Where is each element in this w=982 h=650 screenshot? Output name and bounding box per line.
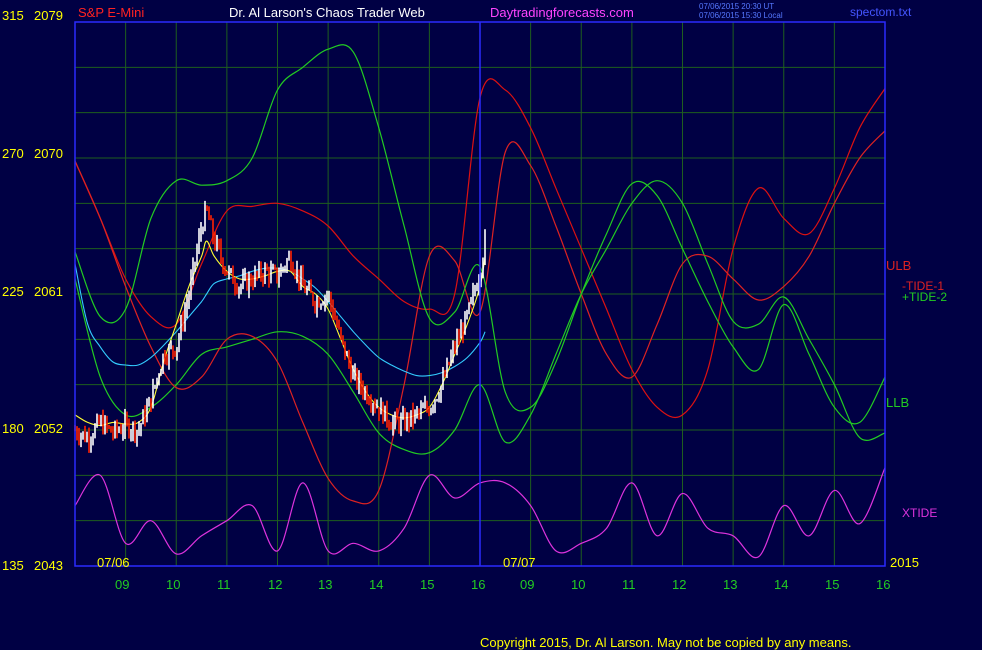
hour-tick: 12 <box>268 577 283 592</box>
llb-label: LLB <box>886 395 910 410</box>
timestamp-ut: 07/06/2015 20:30 UT <box>699 2 775 11</box>
axis1-tick: 315 <box>2 8 24 23</box>
hour-tick: 16 <box>876 577 891 592</box>
axis1-tick: 135 <box>2 558 24 573</box>
hour-tick: 11 <box>622 577 636 592</box>
price-axis-tick: 2043 <box>34 558 63 573</box>
hour-tick: 13 <box>723 577 738 592</box>
hour-tick: 10 <box>571 577 586 592</box>
tide2-label: +TIDE-2 <box>902 290 948 304</box>
hour-tick: 09 <box>115 577 130 592</box>
hour-tick: 13 <box>318 577 333 592</box>
site-link[interactable]: Daytradingforecasts.com <box>490 6 634 20</box>
hour-tick: 14 <box>774 577 789 592</box>
price-axis-tick: 2052 <box>34 421 63 436</box>
xtide-label: XTIDE <box>902 506 938 520</box>
axis1-tick: 180 <box>2 421 24 436</box>
axis1-tick: 270 <box>2 146 24 161</box>
axis1-tick: 225 <box>2 284 24 299</box>
hour-tick: 16 <box>471 577 486 592</box>
hour-tick: 15 <box>420 577 435 592</box>
hour-tick: 15 <box>825 577 840 592</box>
year-label: 2015 <box>890 555 919 570</box>
hour-tick: 10 <box>166 577 181 592</box>
ulb-label: ULB <box>886 258 912 273</box>
hour-tick: 12 <box>672 577 687 592</box>
copyright: Copyright 2015, Dr. Al Larson. May not b… <box>480 635 852 650</box>
price-axis-tick: 2070 <box>34 146 63 161</box>
chart-canvas <box>74 21 886 567</box>
timestamp-local: 07/06/2015 15:30 Local <box>699 11 783 20</box>
date-label-day1: 07/06 <box>97 555 130 570</box>
file-name: spectom.txt <box>850 5 912 19</box>
date-label-day2: 07/07 <box>503 555 536 570</box>
hour-tick: 14 <box>369 577 384 592</box>
instrument-label: S&P E-Mini <box>78 5 145 20</box>
hour-tick: 11 <box>217 577 231 592</box>
price-axis-tick: 2079 <box>34 8 63 23</box>
price-axis-tick: 2061 <box>34 284 63 299</box>
chart-title: Dr. Al Larson's Chaos Trader Web <box>229 5 425 20</box>
hour-tick: 09 <box>520 577 535 592</box>
